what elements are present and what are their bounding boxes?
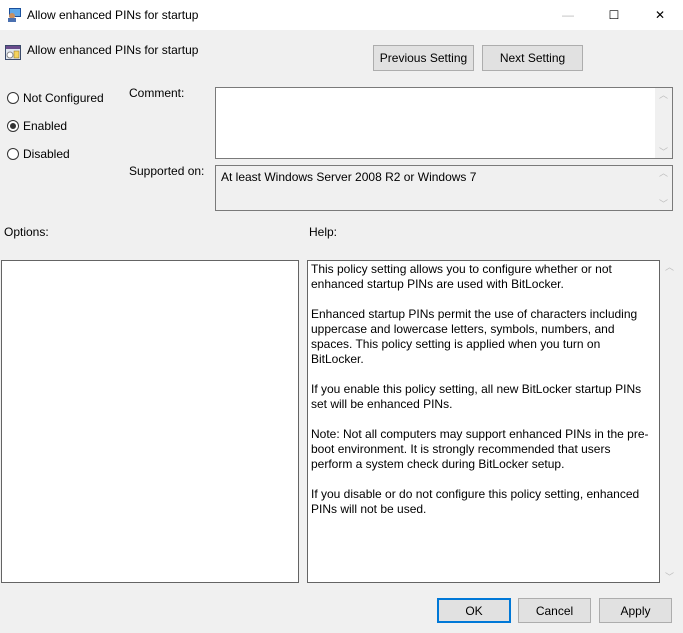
minimize-button[interactable]: — <box>545 0 591 30</box>
next-setting-button[interactable]: Next Setting <box>482 45 583 71</box>
radio-label: Enabled <box>23 119 68 133</box>
radio-circle-checked[interactable] <box>7 120 19 132</box>
scroll-up-icon[interactable]: ︿ <box>665 260 674 273</box>
radio-enabled[interactable]: Enabled <box>7 119 67 133</box>
help-paragraph: Enhanced startup PINs permit the use of … <box>311 307 638 366</box>
policy-app-icon <box>8 8 21 22</box>
radio-disabled[interactable]: Disabled <box>7 147 70 161</box>
radio-label: Not Configured <box>23 91 104 105</box>
supported-on-value: At least Windows Server 2008 R2 or Windo… <box>221 170 477 184</box>
help-paragraph: This policy setting allows you to config… <box>311 262 612 291</box>
maximize-button[interactable]: ☐ <box>591 0 637 30</box>
cancel-button[interactable]: Cancel <box>518 598 591 623</box>
supported-on-field: At least Windows Server 2008 R2 or Windo… <box>215 165 673 211</box>
help-text: This policy setting allows you to config… <box>311 262 651 532</box>
comment-label: Comment: <box>129 86 185 100</box>
radio-not-configured[interactable]: Not Configured <box>7 91 104 105</box>
comment-scrollbar[interactable]: ︿ ﹀ <box>655 88 672 158</box>
window-title: Allow enhanced PINs for startup <box>27 8 199 22</box>
scroll-down-icon[interactable]: ﹀ <box>659 197 668 210</box>
setting-name: Allow enhanced PINs for startup <box>27 43 199 57</box>
previous-setting-button[interactable]: Previous Setting <box>373 45 474 71</box>
supported-on-label: Supported on: <box>129 164 205 178</box>
radio-label: Disabled <box>23 147 70 161</box>
help-paragraph: If you enable this policy setting, all n… <box>311 382 642 411</box>
radio-circle[interactable] <box>7 148 19 160</box>
help-paragraph: If you disable or do not configure this … <box>311 487 640 516</box>
scroll-down-icon[interactable]: ﹀ <box>665 570 674 583</box>
scroll-down-icon[interactable]: ﹀ <box>659 145 668 158</box>
radio-circle[interactable] <box>7 92 19 104</box>
apply-button[interactable]: Apply <box>599 598 672 623</box>
help-label: Help: <box>309 225 338 239</box>
help-scrollbar[interactable]: ︿ ﹀ <box>661 260 678 583</box>
supported-scrollbar[interactable]: ︿ ﹀ <box>655 166 672 210</box>
scroll-up-icon[interactable]: ︿ <box>659 88 668 101</box>
scroll-up-icon[interactable]: ︿ <box>659 166 668 179</box>
ok-button[interactable]: OK <box>437 598 511 623</box>
close-button[interactable]: ✕ <box>637 0 683 30</box>
setting-icon <box>5 45 21 60</box>
help-paragraph: Note: Not all computers may support enha… <box>311 427 649 471</box>
comment-textarea[interactable]: ︿ ﹀ <box>215 87 673 159</box>
options-label: Options: <box>4 225 49 239</box>
options-panel <box>1 260 299 583</box>
